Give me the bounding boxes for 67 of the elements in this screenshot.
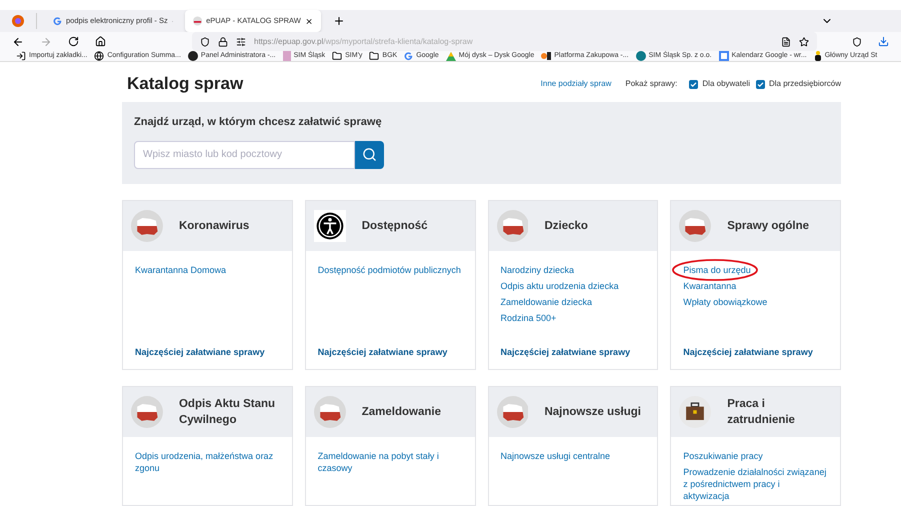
search-icon [362,147,377,162]
poland-map-icon [131,394,163,430]
service-link[interactable]: Zameldowanie na pobyt stały i czasowy [318,450,462,474]
service-link[interactable]: Rodzina 500+ [500,312,556,324]
download-icon[interactable] [878,36,889,47]
popular-services-link[interactable]: Najczęściej załatwiane sprawy [123,346,292,369]
poland-map-icon [496,394,528,430]
other-categories-link[interactable]: Inne podziały spraw [540,78,612,90]
card-title: Koronawirus [178,219,250,234]
star-icon[interactable] [799,36,809,46]
browser-logo-icon [12,15,24,27]
search-button[interactable] [355,140,384,168]
checkbox[interactable] [756,80,765,88]
home-icon[interactable] [95,36,106,47]
card-title: Praca i zatrudnienie [727,397,796,428]
service-link[interactable]: Wpłaty obowiązkowe [683,296,768,308]
card-title: Dziecko [544,219,589,234]
folder-icon [332,51,342,61]
url-text: https://epuap.gov.pl/wps/myportal/strefa-klienta/katalog-spraw [254,36,474,48]
service-link[interactable]: Poszukiwanie pracy [683,450,763,462]
service-link[interactable]: Odpis aktu urodzenia dziecka [500,280,619,292]
checkbox-label: Dla przedsiębiorców [768,78,841,90]
service-link[interactable]: Kwarantanna [683,280,736,292]
service-link[interactable]: Narodziny dziecka [500,264,574,276]
import-icon [16,51,26,61]
folder-icon [369,51,380,61]
google-icon [53,16,62,26]
triangle-icon [446,52,456,60]
briefcase-icon [679,394,712,430]
page-title: Katalog spraw [127,73,244,96]
circle-icon [188,51,198,61]
reload-icon[interactable] [68,36,79,47]
service-link[interactable]: Najnowsze usługi centralne [500,450,610,462]
figure-icon [814,51,822,61]
card-title: Odpis Aktu Stanu Cywilnego [178,397,276,428]
reader-icon [781,36,791,46]
card-title: Dostępność [362,219,429,234]
show-label: Pokaż sprawy: [625,78,678,90]
accessibility-icon [314,208,346,244]
service-link[interactable]: Prowadzenie działalności związanej z pośrednictwem pracy i aktywizacja [683,466,828,502]
poland-map-icon [679,208,712,244]
lock-icon [218,36,228,46]
popular-services-link[interactable]: Najczęściej załatwiane sprawy [488,346,658,369]
new-tab-icon[interactable] [333,15,345,27]
checkbox-label: Dla obywateli [702,78,750,90]
popular-services-link[interactable]: Najczęściej załatwiane sprawy [671,346,840,369]
service-link[interactable]: Odpis urodzenia, małżeństwa oraz zgonu [135,450,280,474]
card-title: Zameldowanie [362,405,442,420]
flag-icon [193,16,202,26]
back-icon[interactable] [12,36,24,48]
dot-icon [541,51,552,61]
popular-services-link[interactable]: Najczęściej załatwiane sprawy [306,346,474,369]
search-field[interactable]: Wpisz miasto lub kod pocztowy [134,140,355,168]
poland-map-icon [496,208,528,244]
google-icon [404,52,414,60]
search-heading: Znajdź urząd, w którym chcesz załatwić sprawę [134,115,383,130]
card-title: Najnowsze usługi [544,405,642,420]
poland-map-icon [131,208,163,244]
service-link[interactable]: Zameldowanie dziecka [500,296,592,308]
card-title: Sprawy ogólne [727,219,810,234]
shield-icon [200,36,210,46]
service-link[interactable]: Kwarantanna Domowa [135,264,226,276]
checkbox[interactable] [689,80,698,88]
service-link[interactable]: Dostępność podmiotów publicznych [318,264,461,276]
permissions-icon [236,36,246,46]
poland-map-icon [314,394,346,430]
globe-icon [94,51,104,61]
